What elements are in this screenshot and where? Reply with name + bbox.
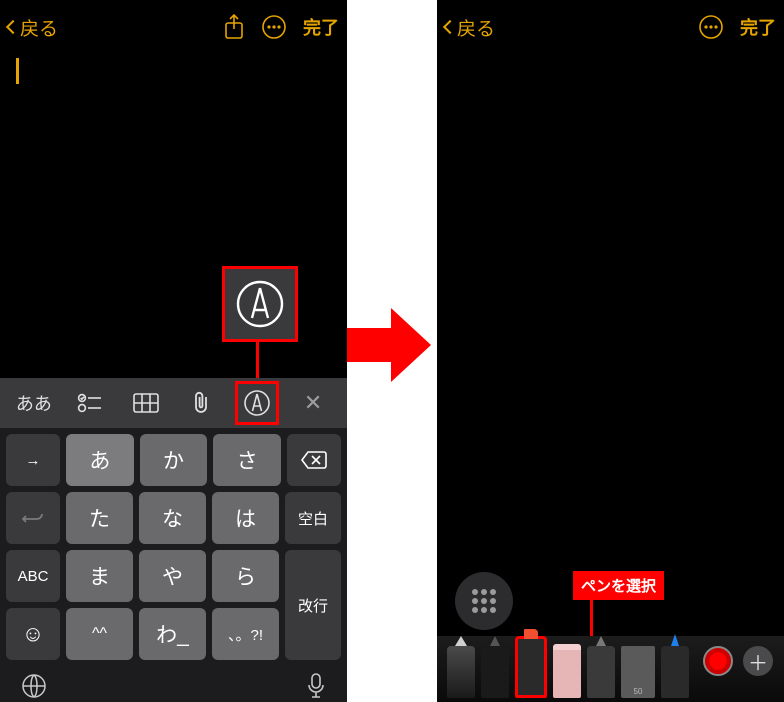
add-tool-button[interactable]: ＋ xyxy=(743,646,773,676)
eraser-tool[interactable] xyxy=(553,646,581,698)
crayon-tool[interactable] xyxy=(661,646,689,698)
key-wa[interactable]: わ_ xyxy=(139,608,206,660)
key-ya[interactable]: や xyxy=(139,550,206,602)
drawing-toolbar: ＋ xyxy=(437,636,784,702)
nav-bar: 戻る 完了 xyxy=(0,0,347,54)
back-label: 戻る xyxy=(20,14,58,41)
key-na[interactable]: な xyxy=(139,492,206,544)
share-icon[interactable] xyxy=(223,14,245,40)
text-cursor xyxy=(16,58,19,84)
key-kao[interactable]: ^^ xyxy=(66,608,133,660)
markup-button[interactable] xyxy=(229,378,285,428)
key-ma[interactable]: ま xyxy=(66,550,133,602)
callout-connector xyxy=(590,600,593,636)
key-ra[interactable]: ら xyxy=(212,550,279,602)
close-keyboard-button[interactable]: ✕ xyxy=(285,378,341,428)
nav-bar: 戻る 完了 xyxy=(437,0,784,54)
chevron-left-icon xyxy=(6,20,20,34)
pen-tool[interactable] xyxy=(481,646,509,698)
table-button[interactable] xyxy=(118,378,174,428)
done-button[interactable]: 完了 xyxy=(303,14,339,40)
back-button[interactable]: 戻る xyxy=(445,14,495,41)
keyboard: → あ か さ た な は 空白 ABC ま や ら xyxy=(0,428,347,702)
arrow-icon xyxy=(339,300,435,390)
phone-right: 戻る 完了 ペンを選択 xyxy=(437,0,784,702)
done-button[interactable]: 完了 xyxy=(740,14,776,40)
globe-icon[interactable] xyxy=(20,672,48,702)
more-icon[interactable] xyxy=(698,14,724,40)
key-ta[interactable]: た xyxy=(66,492,133,544)
apps-button[interactable] xyxy=(455,572,513,630)
text-style-button[interactable]: ああ xyxy=(6,378,62,428)
transition-gap xyxy=(347,0,437,702)
markup-highlight xyxy=(235,381,279,425)
key-space[interactable]: 空白 xyxy=(285,492,341,544)
format-bar: ああ ✕ xyxy=(0,378,347,428)
key-ha[interactable]: は xyxy=(212,492,279,544)
back-label: 戻る xyxy=(457,14,495,41)
more-icon[interactable] xyxy=(261,14,287,40)
phone-left: 戻る 完了 ああ xyxy=(0,0,347,702)
pencil-tool[interactable] xyxy=(447,646,475,698)
key-arrow[interactable]: → xyxy=(6,434,60,486)
color-picker[interactable] xyxy=(703,646,733,676)
chevron-left-icon xyxy=(443,20,457,34)
x-icon: ✕ xyxy=(304,390,322,416)
mic-icon[interactable] xyxy=(305,672,327,702)
callout-label: ペンを選択 xyxy=(573,571,664,600)
callout-markup-icon xyxy=(222,266,298,342)
grid-icon xyxy=(472,589,496,613)
key-undo[interactable] xyxy=(6,492,60,544)
key-a[interactable]: あ xyxy=(66,434,134,486)
ruler-tool[interactable] xyxy=(621,646,655,698)
attachment-button[interactable] xyxy=(173,378,229,428)
key-emoji[interactable]: ☺ xyxy=(6,608,60,660)
key-abc[interactable]: ABC xyxy=(6,550,60,602)
key-punct[interactable]: 、。?! xyxy=(212,608,279,660)
key-ka[interactable]: か xyxy=(140,434,208,486)
checklist-button[interactable] xyxy=(62,378,118,428)
key-delete[interactable] xyxy=(287,434,341,486)
lasso-tool[interactable] xyxy=(587,646,615,698)
marker-tool[interactable] xyxy=(515,636,547,698)
back-button[interactable]: 戻る xyxy=(8,14,58,41)
key-sa[interactable]: さ xyxy=(213,434,281,486)
